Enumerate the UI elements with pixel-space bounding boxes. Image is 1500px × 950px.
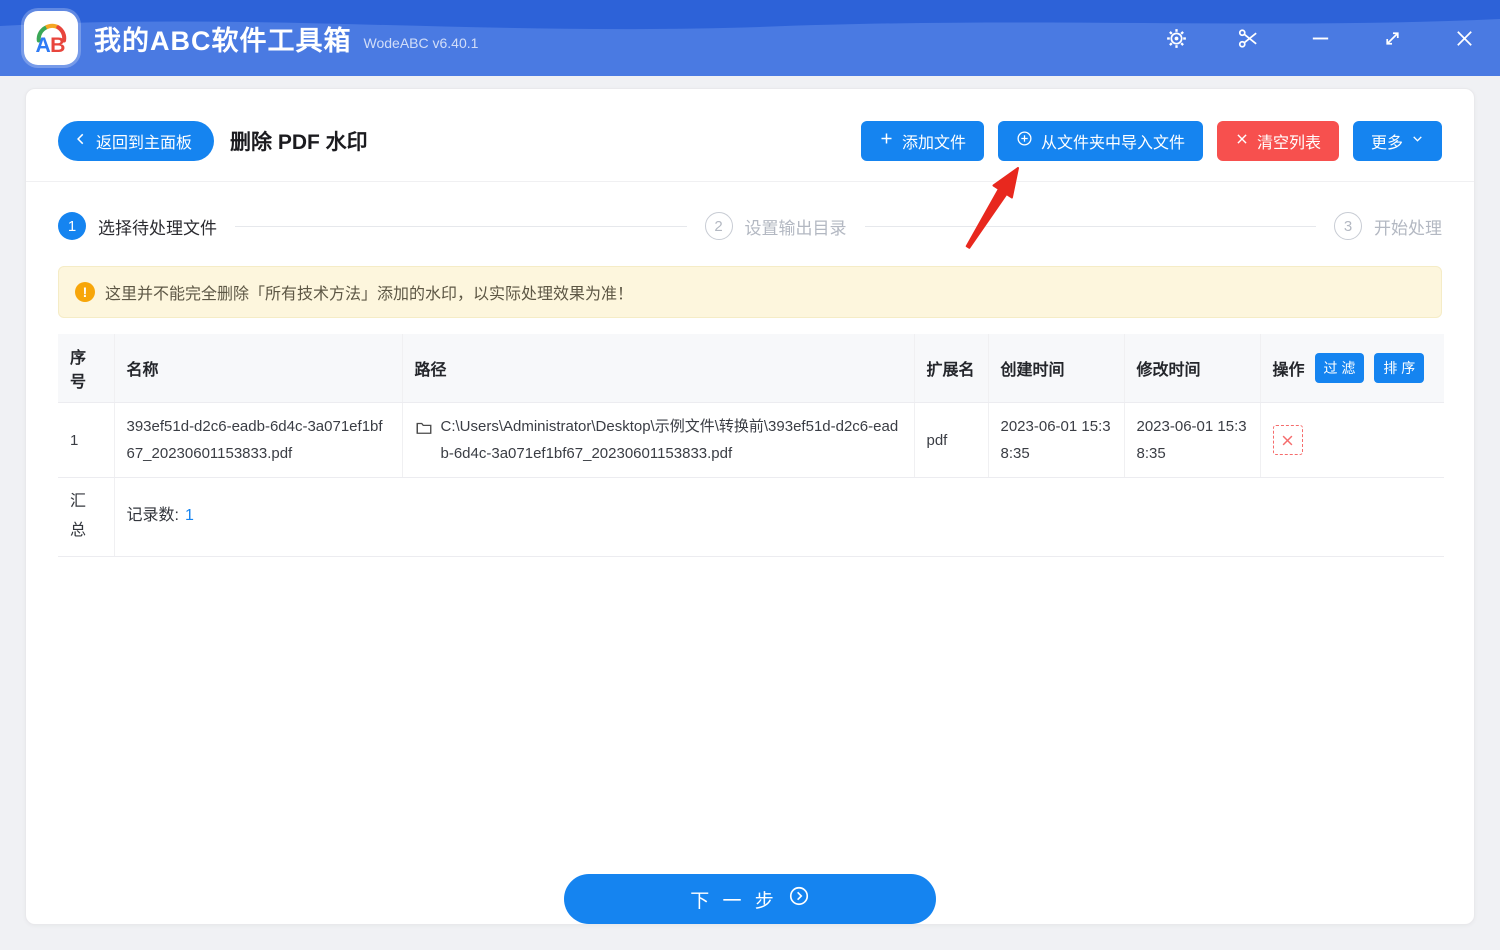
svg-text:A: A [36,34,51,57]
resize-icon[interactable] [1380,26,1404,50]
step-2-circle: 2 [704,212,733,240]
table-row: 1 393ef51d-d2c6-eadb-6d4c-3a071ef1bf67_2… [58,402,1444,478]
abc-logo-icon: A B [36,23,67,57]
app-version: WodeABC v6.40.1 [363,35,479,51]
warning-banner: ! 这里并不能完全删除「所有技术方法」添加的水印，以实际处理效果为准！ [58,266,1442,318]
chevron-left-icon [74,132,88,151]
header-name: 名称 [114,334,403,403]
page-title: 删除 PDF 水印 [230,131,368,154]
import-from-folder-label: 从文件夹中导入文件 [1040,135,1185,152]
sort-button[interactable]: 排 序 [1374,353,1425,383]
step-1-label: 选择待处理文件 [98,218,217,238]
minimize-icon[interactable] [1308,26,1332,50]
step-3-circle: 3 [1334,212,1362,240]
folder-icon [416,422,431,434]
step-1-circle: 1 [58,212,86,240]
summary-value: 记录数: 1 [114,477,1444,557]
step-2-label: 设置输出目录 [744,218,847,238]
cell-created: 2023-06-01 15:38:35 [988,402,1125,478]
cell-name: 393ef51d-d2c6-eadb-6d4c-3a071ef1bf67_202… [114,402,403,478]
header-created: 创建时间 [988,334,1125,403]
plus-icon [879,131,894,151]
circle-plus-icon [1016,130,1033,152]
warning-icon: ! [75,282,95,302]
main-area: 返回到主面板 删除 PDF 水印 添加文件 从文件夹中导入文件 清空列表 更多 … [0,76,1500,950]
x-icon [1235,132,1249,151]
scissors-icon[interactable] [1236,26,1260,50]
warning-text: 这里并不能完全删除「所有技术方法」添加的水印，以实际处理效果为准！ [105,286,634,303]
cell-index: 1 [58,402,115,478]
step-connector [235,225,687,227]
table-header-row: 序号 名称 路径 扩展名 创建时间 修改时间 操作 过 滤 排 序 [58,334,1444,403]
chevron-down-icon [1411,132,1424,150]
step-indicator: 1 选择待处理文件 2 设置输出目录 3 开始处理 [26,182,1474,240]
import-from-folder-button[interactable]: 从文件夹中导入文件 [997,121,1203,161]
app-title: 我的ABC软件工具箱 [94,25,352,56]
toolbar: 返回到主面板 删除 PDF 水印 添加文件 从文件夹中导入文件 清空列表 更多 [26,89,1474,182]
cell-operations [1260,402,1444,478]
header-modified: 修改时间 [1124,334,1261,403]
clear-list-button[interactable]: 清空列表 [1216,121,1339,161]
next-step-label: 下 一 步 [690,890,778,912]
circle-arrow-right-icon [788,885,810,913]
file-table: 序号 名称 路径 扩展名 创建时间 修改时间 操作 过 滤 排 序 1 393e… [58,334,1444,557]
header-path: 路径 [402,334,915,403]
more-label: 更多 [1370,135,1403,152]
more-button[interactable]: 更多 [1352,121,1442,161]
cell-ext: pdf [914,402,989,478]
step-3-label: 开始处理 [1374,218,1442,238]
step-connector [864,225,1316,227]
svg-text:B: B [50,34,65,57]
header-ext: 扩展名 [914,334,989,403]
close-icon[interactable] [1452,26,1476,50]
path-text: C:\Users\Administrator\Desktop\示例文件\转换前\… [440,418,899,462]
record-count-value: 1 [184,507,194,525]
operations-label: 操作 [1272,362,1305,379]
content-card: 返回到主面板 删除 PDF 水印 添加文件 从文件夹中导入文件 清空列表 更多 … [25,88,1475,925]
step-start-process: 3 开始处理 [1334,212,1442,240]
back-button-label: 返回到主面板 [96,135,193,152]
clear-list-label: 清空列表 [1256,135,1321,152]
back-to-dashboard-button[interactable]: 返回到主面板 [58,121,215,161]
app-logo: A B [24,11,78,65]
add-files-button[interactable]: 添加文件 [860,121,984,161]
delete-row-button[interactable] [1272,425,1303,455]
add-files-label: 添加文件 [901,135,966,152]
summary-label: 汇总 [58,477,115,557]
table-summary-row: 汇总 记录数: 1 [58,477,1444,557]
step-output-dir: 2 设置输出目录 [704,212,847,240]
header-operations: 操作 过 滤 排 序 [1260,334,1444,403]
delete-x-icon [1282,435,1293,445]
window-titlebar: A B 我的ABC软件工具箱 WodeABC v6.40.1 [0,0,1500,76]
settings-gear-icon[interactable] [1164,26,1188,50]
header-index: 序号 [58,334,115,403]
next-step-button[interactable]: 下 一 步 [564,874,936,924]
cell-path: C:\Users\Administrator\Desktop\示例文件\转换前\… [402,402,915,478]
step-select-files: 1 选择待处理文件 [58,212,217,240]
record-count-label: 记录数: [126,507,179,525]
filter-button[interactable]: 过 滤 [1314,353,1365,383]
cell-modified: 2023-06-01 15:38:35 [1124,402,1261,478]
